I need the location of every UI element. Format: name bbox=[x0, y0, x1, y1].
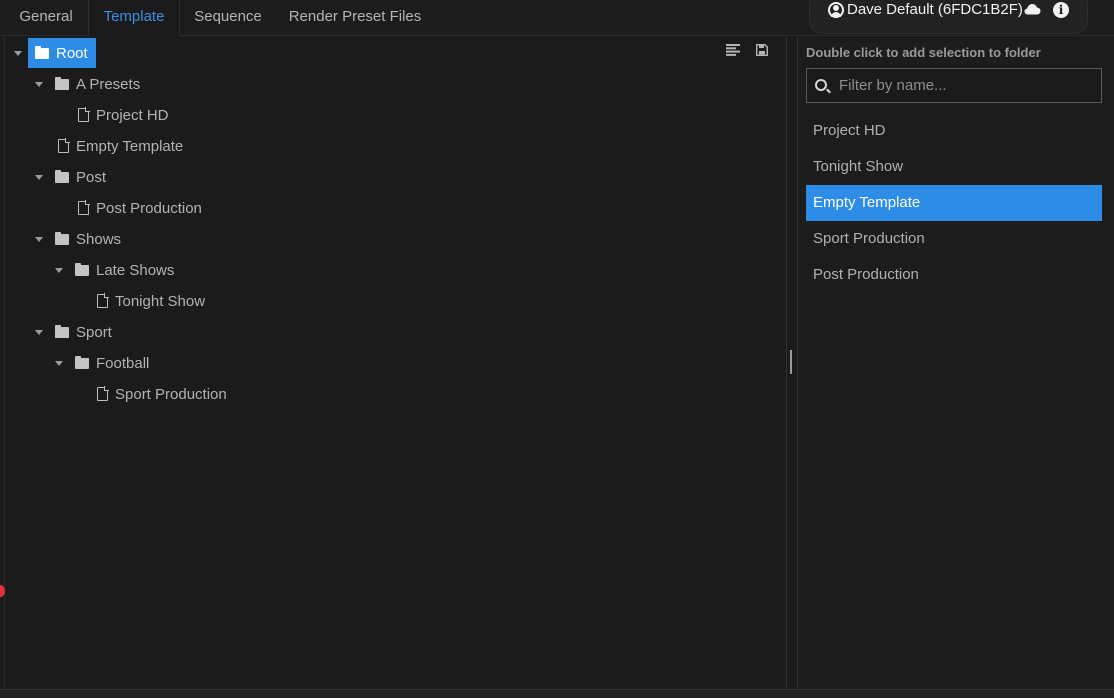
filter-input[interactable] bbox=[839, 69, 1097, 102]
tree-item-label: Empty Template bbox=[76, 137, 184, 155]
tree-item-empty-template[interactable]: Empty Template bbox=[58, 131, 183, 161]
panel-hint: Double click to add selection to folder bbox=[806, 45, 1041, 60]
tree-item-label: A Presets bbox=[76, 75, 141, 93]
chevron-down-icon[interactable] bbox=[55, 267, 63, 273]
save-icon[interactable] bbox=[755, 44, 769, 56]
tree-item-label: Late Shows bbox=[96, 261, 175, 279]
tree-item-tonight-show[interactable]: Tonight Show bbox=[97, 286, 205, 316]
splitter-grip[interactable] bbox=[790, 350, 792, 374]
tree-item-label: Post bbox=[76, 168, 107, 186]
chevron-down-icon[interactable] bbox=[14, 50, 22, 56]
tree-item-label: Sport Production bbox=[115, 385, 227, 403]
folder-icon bbox=[75, 355, 89, 369]
user-name[interactable]: Dave Default (6FDC1B2F) bbox=[847, 1, 1023, 18]
file-icon bbox=[97, 293, 109, 308]
folder-icon bbox=[55, 76, 69, 90]
list-item-tonight-show[interactable]: Tonight Show bbox=[806, 149, 1102, 185]
tree-item-sport[interactable]: Sport bbox=[35, 317, 112, 347]
chevron-down-icon[interactable] bbox=[35, 236, 43, 242]
tree-item-post[interactable]: Post bbox=[35, 162, 106, 192]
info-icon[interactable]: i bbox=[1053, 2, 1069, 18]
tab-template[interactable]: Template bbox=[88, 0, 180, 36]
tree-item-label: Football bbox=[96, 354, 150, 372]
folder-icon bbox=[35, 45, 49, 59]
chevron-down-icon[interactable] bbox=[35, 329, 43, 335]
tree-item-root[interactable]: Root bbox=[14, 38, 96, 68]
folder-icon bbox=[75, 262, 89, 276]
tree-item-shows[interactable]: Shows bbox=[35, 224, 121, 254]
cloud-icon[interactable] bbox=[1024, 3, 1041, 15]
folder-icon bbox=[55, 169, 69, 183]
chevron-down-icon[interactable] bbox=[55, 360, 63, 366]
tree-item-label: Project HD bbox=[96, 106, 169, 124]
tree-item-label: Shows bbox=[76, 230, 122, 248]
file-icon bbox=[78, 107, 90, 122]
list-item-empty-template[interactable]: Empty Template bbox=[806, 185, 1102, 221]
tree-item-label: Post Production bbox=[96, 199, 202, 217]
tab-general[interactable]: General bbox=[8, 0, 84, 36]
chevron-down-icon[interactable] bbox=[35, 174, 43, 180]
chevron-down-icon[interactable] bbox=[35, 81, 43, 87]
list-item-project-hd[interactable]: Project HD bbox=[806, 113, 1102, 149]
folder-icon bbox=[55, 324, 69, 338]
tree-item-sport-production[interactable]: Sport Production bbox=[97, 379, 227, 409]
tree-item-label: Sport bbox=[76, 323, 112, 341]
tree-item-label: Tonight Show bbox=[115, 292, 206, 310]
panel-splitter[interactable] bbox=[786, 37, 798, 689]
file-icon bbox=[78, 200, 90, 215]
tree-item-late-shows[interactable]: Late Shows bbox=[55, 255, 174, 285]
user-circle-icon bbox=[828, 2, 844, 18]
tab-sequence[interactable]: Sequence bbox=[180, 0, 276, 36]
search-icon bbox=[815, 79, 827, 91]
list-item-sport-production[interactable]: Sport Production bbox=[806, 221, 1102, 257]
tree-item-post-production[interactable]: Post Production bbox=[78, 193, 202, 223]
filter-box[interactable] bbox=[806, 68, 1102, 103]
file-icon bbox=[97, 386, 109, 401]
tree-item-label: Root bbox=[56, 44, 88, 62]
tree-item-football[interactable]: Football bbox=[55, 348, 149, 378]
align-left-icon[interactable] bbox=[726, 44, 740, 56]
list-item-post-production[interactable]: Post Production bbox=[806, 257, 1102, 293]
tree-item-a-presets[interactable]: A Presets bbox=[35, 69, 140, 99]
tab-render-preset-files[interactable]: Render Preset Files bbox=[276, 0, 434, 36]
file-icon bbox=[58, 138, 70, 153]
tree-item-project-hd[interactable]: Project HD bbox=[78, 100, 169, 130]
bottom-bar bbox=[0, 689, 1114, 698]
folder-icon bbox=[55, 231, 69, 245]
